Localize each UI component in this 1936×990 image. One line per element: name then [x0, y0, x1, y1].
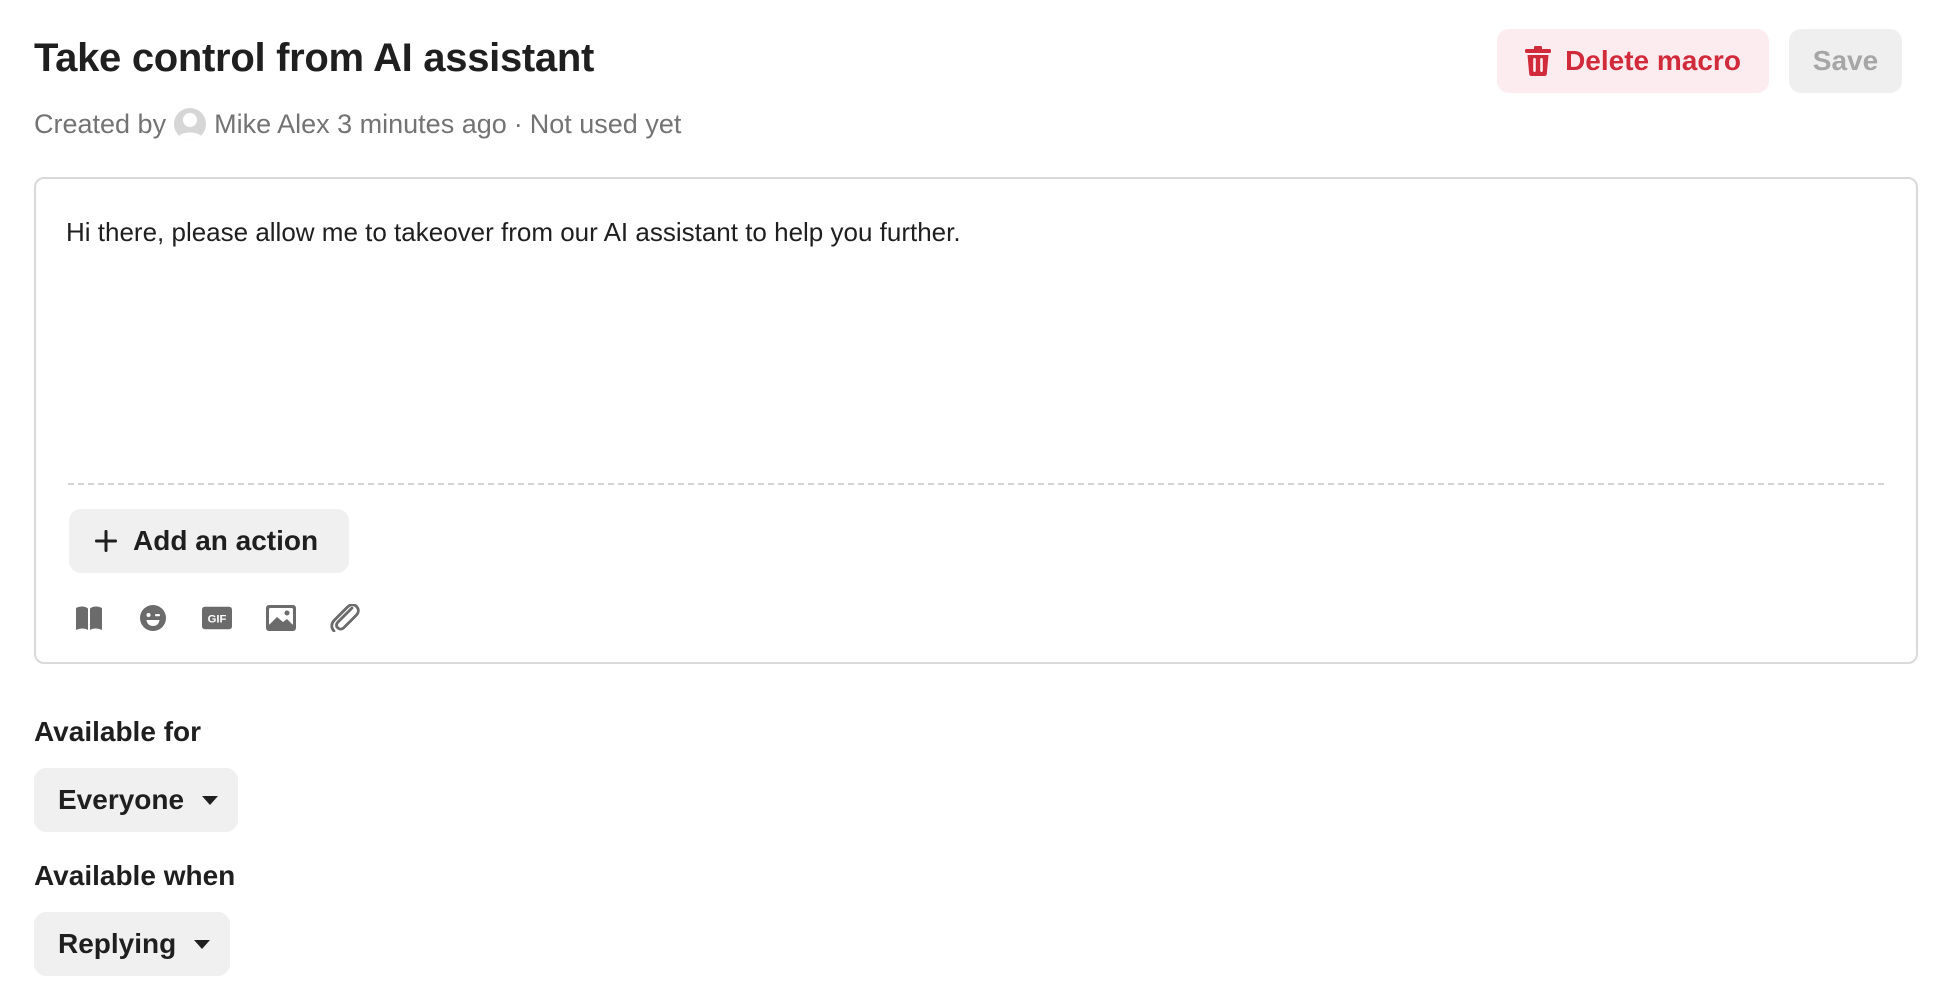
gif-icon[interactable]: GIF — [202, 603, 232, 633]
delete-macro-button[interactable]: Delete macro — [1497, 29, 1769, 93]
composer-divider — [68, 483, 1884, 485]
usage-status: Not used yet — [529, 108, 682, 139]
available-when-dropdown[interactable]: Replying — [34, 912, 231, 976]
header-actions: Delete macro Save — [1497, 29, 1902, 93]
meta-separator: · — [513, 108, 523, 139]
delete-macro-label: Delete macro — [1565, 45, 1741, 76]
available-for-value: Everyone — [58, 784, 185, 815]
avatar — [174, 108, 207, 140]
created-by-label: Created by — [34, 108, 167, 139]
available-for-dropdown[interactable]: Everyone — [34, 768, 239, 832]
trash-icon — [1525, 46, 1552, 76]
page-header: Take control from AI assistant Created b… — [34, 0, 1902, 177]
macro-message-text[interactable]: Hi there, please allow me to takeover fr… — [66, 217, 961, 248]
available-when-value: Replying — [58, 928, 177, 959]
page-title: Take control from AI assistant — [34, 36, 595, 80]
user-avatar-icon — [177, 113, 204, 140]
macro-meta: Created by Mike Alex 3 minutes ago · Not… — [34, 108, 681, 140]
add-action-label: Add an action — [133, 525, 319, 556]
composer-toolbar: GIF — [74, 603, 360, 633]
available-for-label: Available for — [34, 716, 202, 747]
save-button[interactable]: Save — [1789, 29, 1902, 93]
book-icon[interactable] — [74, 603, 104, 633]
paperclip-icon[interactable] — [330, 603, 360, 633]
plus-icon — [95, 530, 117, 552]
caret-down-icon — [194, 939, 211, 949]
macro-editor-page: Take control from AI assistant Created b… — [0, 0, 1936, 990]
emoji-icon[interactable] — [138, 603, 168, 633]
image-icon[interactable] — [266, 603, 296, 633]
created-time: 3 minutes ago — [337, 108, 507, 139]
add-action-button[interactable]: Add an action — [69, 509, 349, 573]
macro-composer[interactable]: Hi there, please allow me to takeover fr… — [34, 177, 1918, 664]
available-when-label: Available when — [34, 860, 236, 891]
author-name: Mike Alex — [214, 108, 330, 139]
svg-text:GIF: GIF — [208, 614, 227, 626]
caret-down-icon — [202, 795, 219, 805]
